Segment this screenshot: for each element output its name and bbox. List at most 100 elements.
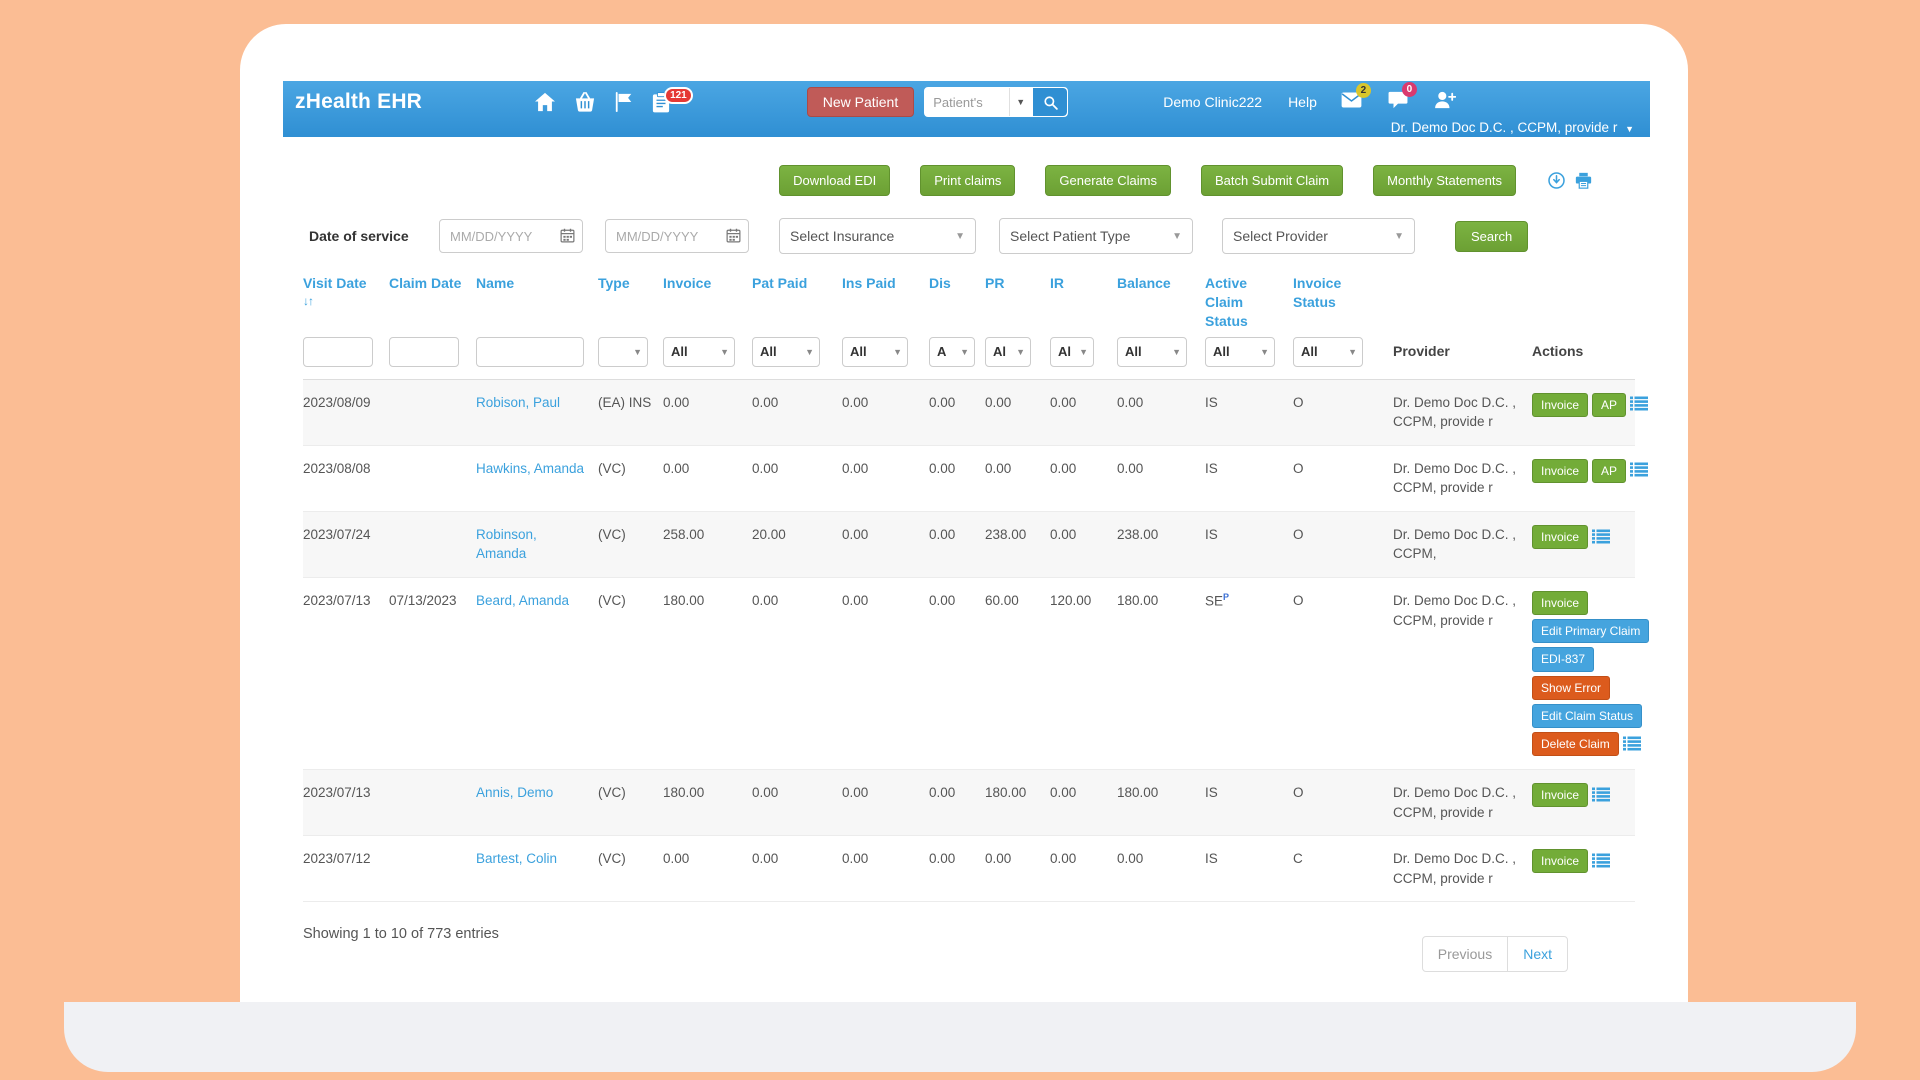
cell-type: (VC) [598, 511, 663, 577]
previous-page-button[interactable]: Previous [1423, 937, 1508, 971]
flag-icon[interactable] [614, 92, 634, 112]
column-header-inv_status[interactable]: Invoice Status [1293, 268, 1393, 333]
invoice-button[interactable]: Invoice [1532, 459, 1588, 483]
cell-visit_date: 2023/07/13 [303, 578, 389, 770]
user-menu[interactable]: Dr. Demo Doc D.C. , CCPM, provide r ▼ [1391, 120, 1634, 135]
select-patient-type-dropdown[interactable]: Select Patient Type ▼ [999, 218, 1193, 254]
column-header-pr[interactable]: PR [985, 268, 1050, 333]
patient-search-dropdown-caret-icon[interactable]: ▼ [1009, 88, 1031, 116]
column-header-type[interactable]: Type [598, 268, 663, 333]
cell-visit_date: 2023/07/12 [303, 836, 389, 902]
patient-name-link[interactable]: Robinson, Amanda [476, 527, 537, 562]
filter-input-claim_date[interactable] [389, 337, 459, 367]
patient-search-group: ▼ [924, 87, 1068, 117]
search-button[interactable]: Search [1455, 221, 1528, 252]
sort-icon[interactable]: ↓↑ [303, 293, 381, 309]
batch-submit-claim-button[interactable]: Batch Submit Claim [1201, 165, 1343, 196]
filter-select-pr[interactable]: Al▼ [985, 337, 1031, 367]
chevron-down-icon: ▼ [720, 346, 729, 358]
ap-button[interactable]: AP [1592, 459, 1626, 483]
cell-pr: 60.00 [985, 578, 1050, 770]
column-header-dis[interactable]: Dis [929, 268, 985, 333]
column-header-visit_date[interactable]: Visit Date↓↑ [303, 268, 389, 333]
chat-icon[interactable]: 0 [1388, 91, 1408, 114]
next-page-button[interactable]: Next [1508, 937, 1567, 971]
filter-select-ins_paid[interactable]: All▼ [842, 337, 908, 367]
cell-provider: Dr. Demo Doc D.C. , CCPM, provide r [1393, 379, 1532, 445]
generate-claims-button[interactable]: Generate Claims [1045, 165, 1171, 196]
filter-select-type[interactable]: ▼ [598, 337, 648, 367]
edit-primary-claim-button[interactable]: Edit Primary Claim [1532, 619, 1649, 643]
row-menu-icon[interactable] [1630, 396, 1648, 417]
patient-search-input[interactable] [925, 88, 1009, 116]
filter-select-pat_paid[interactable]: All▼ [752, 337, 820, 367]
filter-select-ir[interactable]: Al▼ [1050, 337, 1094, 367]
chevron-down-icon: ▼ [633, 346, 642, 358]
patient-name-link[interactable]: Bartest, Colin [476, 851, 557, 866]
patient-name-link[interactable]: Robison, Paul [476, 395, 560, 410]
mail-badge: 2 [1356, 83, 1371, 98]
filter-select-invoice[interactable]: All▼ [663, 337, 735, 367]
ap-button[interactable]: AP [1592, 393, 1626, 417]
filter-select-inv_status[interactable]: All▼ [1293, 337, 1363, 367]
filter-input-name[interactable] [476, 337, 584, 367]
select-insurance-dropdown[interactable]: Select Insurance ▼ [779, 218, 976, 254]
clinic-name[interactable]: Demo Clinic222 [1163, 94, 1262, 110]
cell-pr: 0.00 [985, 379, 1050, 445]
print-claims-button[interactable]: Print claims [920, 165, 1015, 196]
mail-icon[interactable]: 2 [1341, 92, 1362, 113]
delete-claim-button[interactable]: Delete Claim [1532, 732, 1619, 756]
column-header-invoice[interactable]: Invoice [663, 268, 752, 333]
cell-dis: 0.00 [929, 578, 985, 770]
column-header-acs[interactable]: Active Claim Status [1205, 268, 1293, 333]
column-header-ir[interactable]: IR [1050, 268, 1117, 333]
cell-claim_date: 07/13/2023 [389, 578, 476, 770]
patient-name-link[interactable]: Hawkins, Amanda [476, 461, 584, 476]
chevron-down-icon: ▼ [1394, 231, 1404, 242]
column-header-pat_paid[interactable]: Pat Paid [752, 268, 842, 333]
invoice-button[interactable]: Invoice [1532, 849, 1588, 873]
column-header-claim_date[interactable]: Claim Date [389, 268, 476, 333]
download-edi-button[interactable]: Download EDI [779, 165, 890, 196]
download-circle-icon[interactable] [1548, 172, 1565, 189]
column-header-balance[interactable]: Balance [1117, 268, 1205, 333]
patient-search-button[interactable] [1031, 88, 1067, 116]
invoice-button[interactable]: Invoice [1532, 393, 1588, 417]
filter-select-value: All [850, 343, 867, 361]
select-provider-dropdown[interactable]: Select Provider ▼ [1222, 218, 1415, 254]
cell-claim_date [389, 379, 476, 445]
invoice-button[interactable]: Invoice [1532, 525, 1588, 549]
invoice-button[interactable]: Invoice [1532, 591, 1588, 615]
patient-name-link[interactable]: Beard, Amanda [476, 593, 569, 608]
column-header-name[interactable]: Name [476, 268, 598, 333]
column-header-ins_paid[interactable]: Ins Paid [842, 268, 929, 333]
filter-input-visit_date[interactable] [303, 337, 373, 367]
app-logo: zHealth EHR [295, 90, 422, 114]
basket-icon[interactable] [574, 92, 596, 112]
invoice-button[interactable]: Invoice [1532, 783, 1588, 807]
home-icon[interactable] [534, 92, 556, 112]
row-menu-icon[interactable] [1592, 853, 1610, 874]
edit-claim-status-button[interactable]: Edit Claim Status [1532, 704, 1642, 728]
notification-count-badge[interactable]: 121 [664, 87, 693, 104]
filter-select-balance[interactable]: All▼ [1117, 337, 1187, 367]
table-row: 2023/07/13Annis, Demo(VC)180.000.000.000… [303, 770, 1635, 836]
row-menu-icon[interactable] [1623, 736, 1641, 757]
filter-select-acs[interactable]: All▼ [1205, 337, 1275, 367]
filter-select-dis[interactable]: A▼ [929, 337, 975, 367]
row-menu-icon[interactable] [1592, 529, 1610, 550]
new-patient-button[interactable]: New Patient [807, 87, 914, 117]
print-icon[interactable] [1575, 172, 1592, 189]
cell-ir: 0.00 [1050, 836, 1117, 902]
monthly-statements-button[interactable]: Monthly Statements [1373, 165, 1516, 196]
help-link[interactable]: Help [1288, 94, 1317, 110]
laptop-screen: zHealth EHR 121 New Patien [240, 24, 1688, 1004]
add-user-icon[interactable] [1434, 91, 1456, 114]
show-error-button[interactable]: Show Error [1532, 676, 1610, 700]
patient-name-link[interactable]: Annis, Demo [476, 785, 553, 800]
edi-837-button[interactable]: EDI-837 [1532, 647, 1594, 671]
row-menu-icon[interactable] [1592, 787, 1610, 808]
row-menu-icon[interactable] [1630, 462, 1648, 483]
cell-provider: Dr. Demo Doc D.C. , CCPM, provide r [1393, 578, 1532, 770]
cell-actions: InvoiceAP [1532, 445, 1635, 511]
